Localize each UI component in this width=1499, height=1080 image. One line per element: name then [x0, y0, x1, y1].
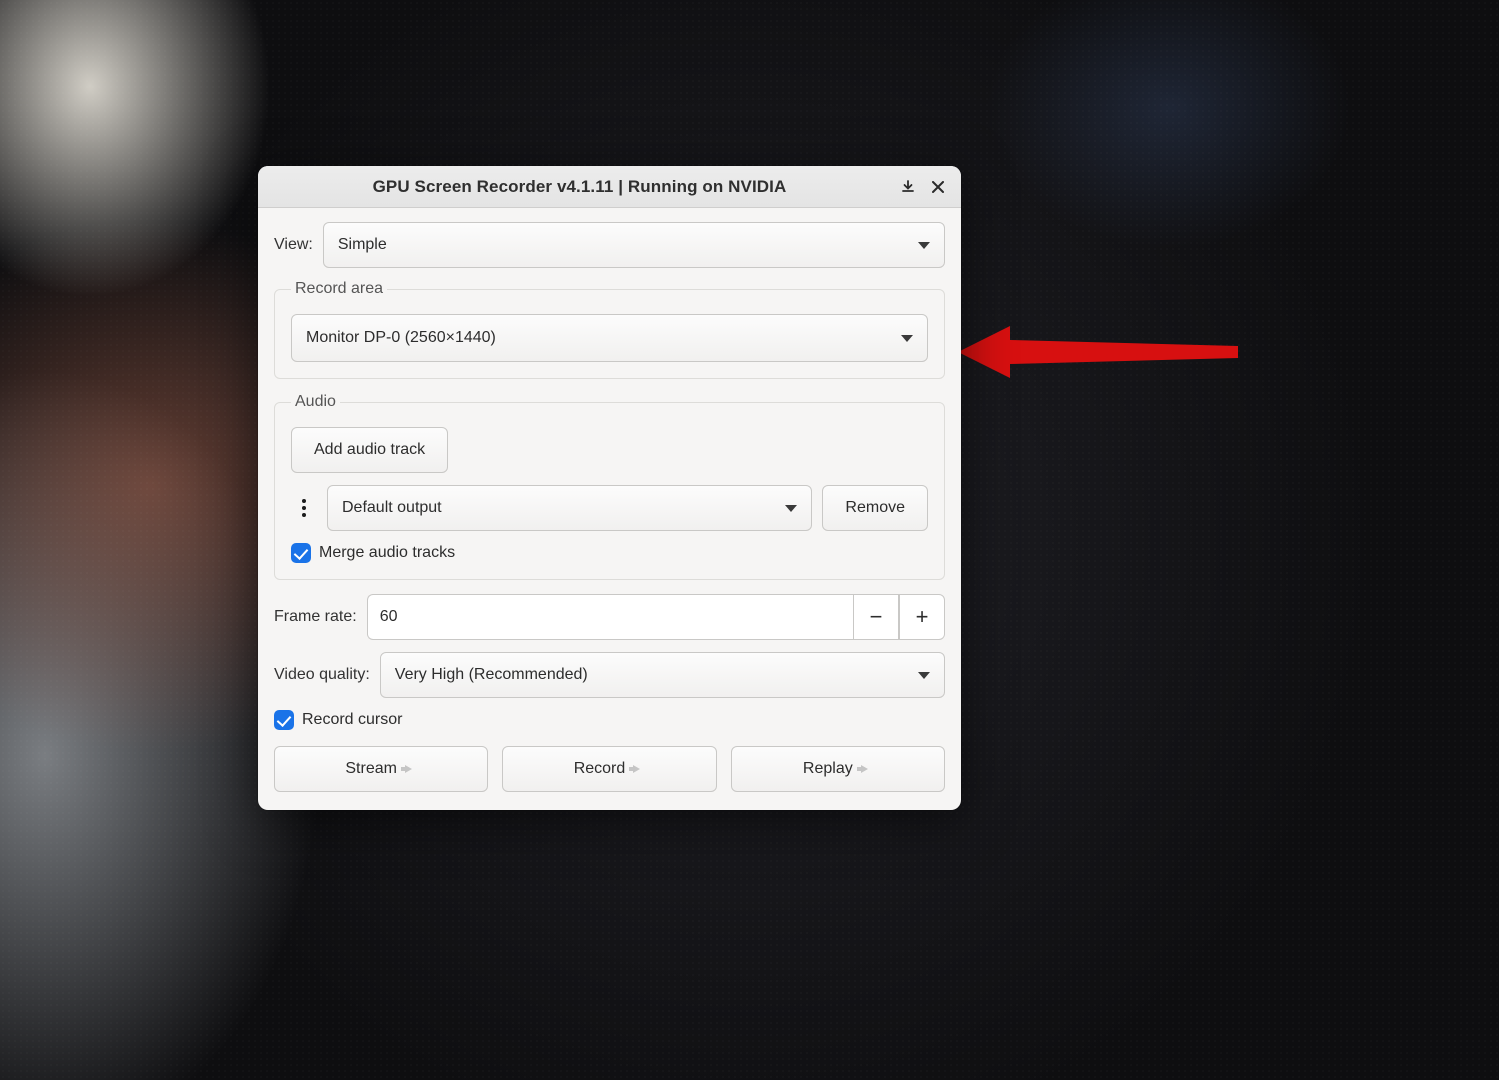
frame-rate-value: 60 — [380, 608, 398, 626]
window-body: View: Simple Record area Monitor DP-0 (2… — [258, 208, 961, 810]
frame-rate-label: Frame rate: — [274, 608, 357, 626]
add-audio-track-button[interactable]: Add audio track — [291, 427, 448, 473]
audio-track-menu-button[interactable] — [291, 485, 317, 531]
minus-icon: − — [870, 604, 883, 630]
view-combo[interactable]: Simple — [323, 222, 945, 268]
chevron-down-icon — [785, 505, 797, 512]
record-button-label: Record — [574, 760, 626, 778]
video-quality-value: Very High (Recommended) — [395, 666, 588, 684]
chevron-down-icon — [918, 242, 930, 249]
record-cursor-checkbox[interactable]: Record cursor — [274, 710, 402, 730]
stream-button[interactable]: Stream — [274, 746, 488, 792]
merge-audio-tracks-label: Merge audio tracks — [319, 544, 455, 562]
record-area-value: Monitor DP-0 (2560×1440) — [306, 329, 496, 347]
view-label: View: — [274, 236, 313, 254]
download-icon — [901, 180, 915, 194]
remove-audio-track-label: Remove — [845, 499, 905, 517]
kebab-icon — [302, 499, 306, 503]
frame-rate-increment-button[interactable]: + — [899, 594, 945, 640]
audio-frame: Audio Add audio track Default output Rem — [274, 393, 945, 580]
go-next-icon — [633, 763, 645, 775]
record-cursor-input[interactable] — [274, 710, 294, 730]
audio-source-value: Default output — [342, 499, 442, 517]
audio-legend: Audio — [291, 393, 340, 411]
chevron-down-icon — [918, 672, 930, 679]
minimize-button[interactable] — [893, 174, 923, 200]
view-combo-value: Simple — [338, 236, 387, 254]
video-quality-combo[interactable]: Very High (Recommended) — [380, 652, 945, 698]
audio-source-combo[interactable]: Default output — [327, 485, 812, 531]
go-next-icon — [405, 763, 417, 775]
merge-audio-tracks-checkbox[interactable]: Merge audio tracks — [291, 543, 928, 563]
record-area-frame: Record area Monitor DP-0 (2560×1440) — [274, 280, 945, 379]
stream-button-label: Stream — [345, 760, 397, 778]
frame-rate-decrement-button[interactable]: − — [853, 594, 899, 640]
record-button[interactable]: Record — [502, 746, 716, 792]
record-area-legend: Record area — [291, 280, 387, 298]
video-quality-label: Video quality: — [274, 666, 370, 684]
gpu-screen-recorder-window: GPU Screen Recorder v4.1.11 | Running on… — [258, 166, 961, 810]
remove-audio-track-button[interactable]: Remove — [822, 485, 928, 531]
frame-rate-input[interactable]: 60 — [367, 594, 853, 640]
record-area-combo[interactable]: Monitor DP-0 (2560×1440) — [291, 314, 928, 362]
go-next-icon — [861, 763, 873, 775]
close-button[interactable] — [923, 174, 953, 200]
replay-button-label: Replay — [803, 760, 853, 778]
replay-button[interactable]: Replay — [731, 746, 945, 792]
window-title: GPU Screen Recorder v4.1.11 | Running on… — [266, 177, 893, 197]
chevron-down-icon — [901, 335, 913, 342]
plus-icon: + — [916, 604, 929, 630]
titlebar[interactable]: GPU Screen Recorder v4.1.11 | Running on… — [258, 166, 961, 208]
record-cursor-label: Record cursor — [302, 711, 402, 729]
add-audio-track-label: Add audio track — [314, 441, 425, 459]
close-icon — [932, 181, 944, 193]
merge-audio-tracks-input[interactable] — [291, 543, 311, 563]
